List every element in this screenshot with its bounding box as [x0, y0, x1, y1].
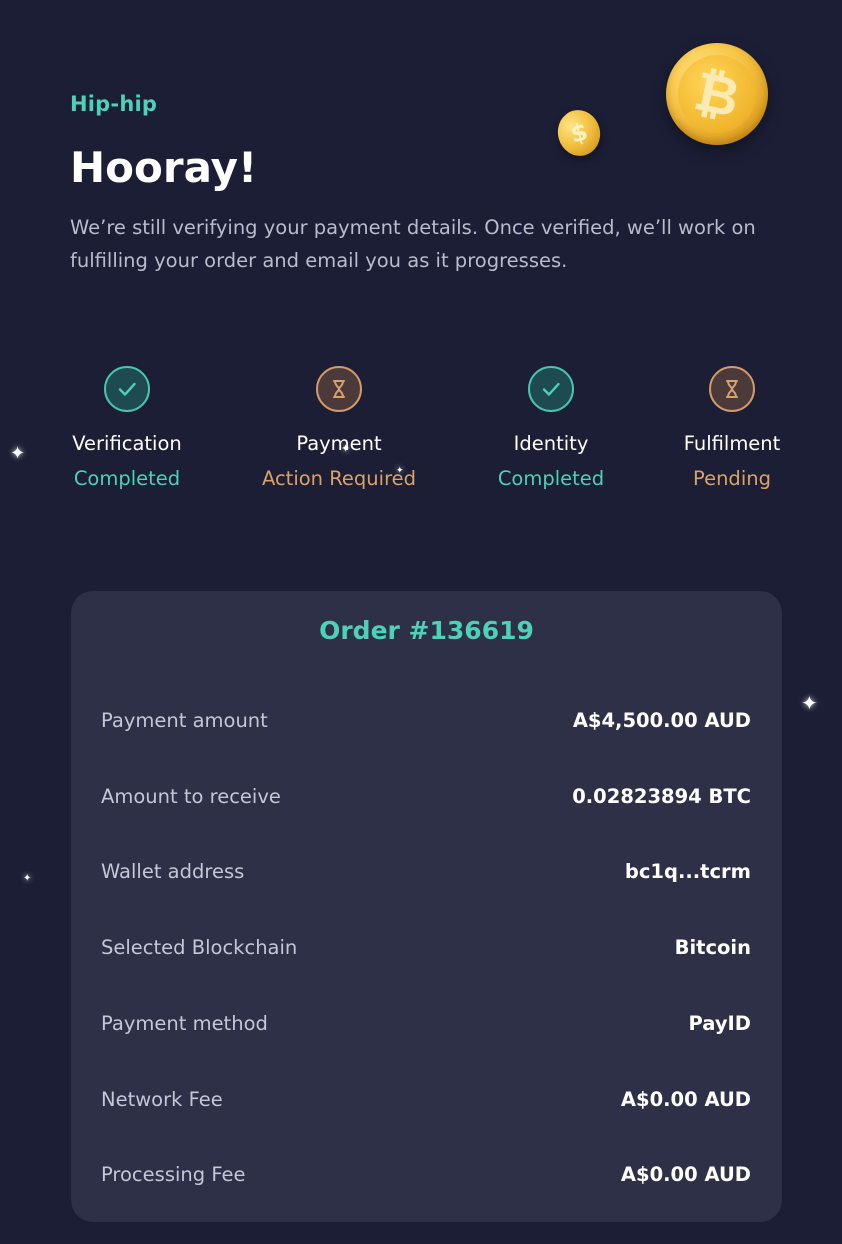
- step-status: Completed: [497, 467, 605, 490]
- row-label: Payment method: [101, 1011, 268, 1035]
- row-label: Processing Fee: [101, 1162, 246, 1186]
- step-identity: Identity Completed: [451, 366, 651, 490]
- sparkle-icon: ✦: [23, 873, 32, 884]
- step-verification: Verification Completed: [27, 366, 227, 490]
- dollar-coin-icon: $: [553, 105, 605, 161]
- row-value: A$0.00 AUD: [620, 1162, 751, 1186]
- step-status: Completed: [73, 467, 181, 490]
- row-value: 0.02823894 BTC: [572, 784, 751, 808]
- order-progress-steps: Verification Completed Payment Action Re…: [0, 366, 842, 506]
- step-status: Action Required: [261, 467, 417, 490]
- check-icon: [528, 366, 574, 412]
- step-name: Identity: [513, 432, 589, 455]
- row-label: Wallet address: [101, 859, 245, 883]
- step-name: Fulfilment: [683, 432, 781, 455]
- status-description: We’re still verifying your payment detai…: [70, 216, 756, 272]
- row-label: Selected Blockchain: [101, 935, 298, 959]
- check-icon: [104, 366, 150, 412]
- step-status: Pending: [693, 467, 771, 490]
- row-label: Amount to receive: [101, 784, 281, 808]
- bitcoin-glyph: ₿: [688, 58, 746, 130]
- step-name: Verification: [72, 432, 182, 455]
- order-row-network-fee: Network Fee A$0.00 AUD: [101, 1084, 751, 1114]
- sparkle-icon: ✦: [801, 691, 818, 715]
- hourglass-icon: [709, 366, 755, 412]
- order-row-wallet-address: Wallet address bc1q...tcrm: [101, 856, 751, 886]
- order-row-processing-fee: Processing Fee A$0.00 AUD: [101, 1159, 751, 1189]
- order-title: Order #136619: [319, 616, 534, 645]
- step-fulfilment: Fulfilment Pending: [652, 366, 812, 490]
- row-value: PayID: [688, 1011, 751, 1035]
- order-row-blockchain: Selected Blockchain Bitcoin: [101, 932, 751, 962]
- order-row-amount-to-receive: Amount to receive 0.02823894 BTC: [101, 781, 751, 811]
- kicker-text: Hip-hip: [70, 92, 158, 116]
- bitcoin-coin-icon: ₿: [666, 43, 768, 145]
- row-label: Payment amount: [101, 708, 268, 732]
- page-title: Hooray!: [70, 143, 258, 192]
- step-name: Payment: [296, 432, 382, 455]
- order-row-payment-amount: Payment amount A$4,500.00 AUD: [101, 705, 751, 735]
- order-summary-card: Order #136619 Payment amount A$4,500.00 …: [71, 591, 782, 1222]
- hourglass-icon: [316, 366, 362, 412]
- row-value: A$4,500.00 AUD: [572, 708, 751, 732]
- row-value: bc1q...tcrm: [624, 859, 751, 883]
- dollar-glyph: $: [567, 117, 591, 149]
- row-value: Bitcoin: [674, 935, 751, 959]
- order-row-payment-method: Payment method PayID: [101, 1008, 751, 1038]
- row-value: A$0.00 AUD: [620, 1087, 751, 1111]
- row-label: Network Fee: [101, 1087, 223, 1111]
- step-payment: Payment Action Required: [229, 366, 449, 490]
